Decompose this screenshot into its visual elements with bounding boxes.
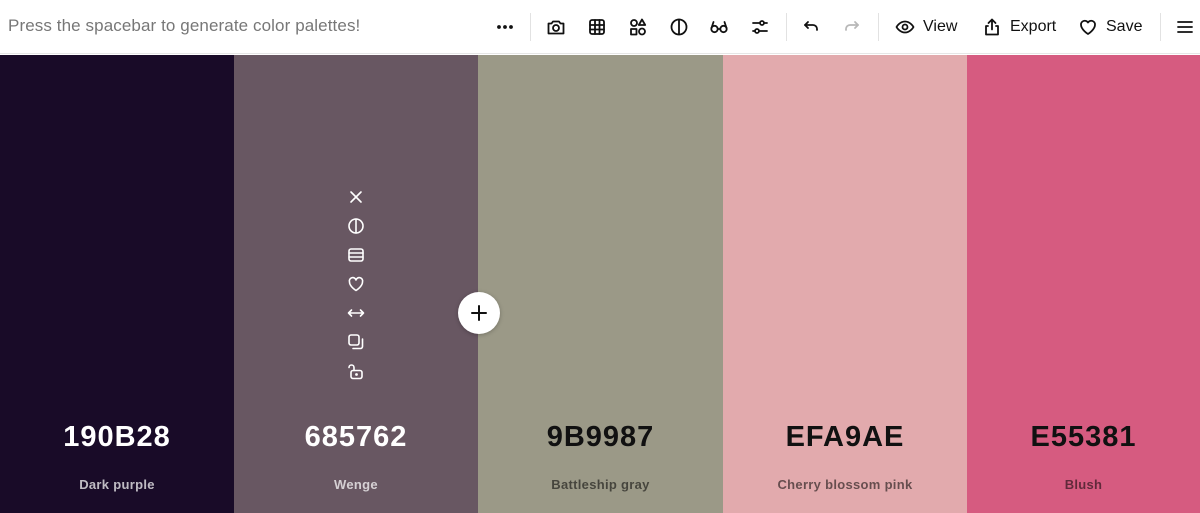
heart-icon — [1080, 19, 1096, 35]
eye-icon — [895, 20, 915, 34]
toolbar-divider — [878, 13, 879, 41]
color-hex[interactable]: 9B9987 — [478, 421, 723, 454]
more-options-button[interactable] — [494, 9, 516, 45]
lock-color-button[interactable] — [344, 356, 368, 385]
shapes-button[interactable] — [627, 9, 649, 45]
drag-icon — [347, 308, 365, 317]
grid-icon — [589, 19, 605, 35]
save-color-button[interactable] — [344, 269, 368, 298]
menu-icon — [1177, 21, 1193, 33]
undo-button[interactable] — [800, 9, 822, 45]
palette: 190B28 Dark purple 685762 Wenge 9B9987 B… — [0, 55, 1200, 513]
color-swatch[interactable]: 9B9987 Battleship gray — [478, 55, 723, 513]
export-button[interactable]: Export — [982, 9, 1056, 45]
close-icon — [350, 190, 362, 203]
color-name: Battleship gray — [551, 477, 650, 492]
view-shades-button[interactable] — [344, 240, 368, 269]
color-name: Dark purple — [79, 477, 155, 492]
swatch-toolbar — [234, 182, 478, 385]
toolbar: Press the spacebar to generate color pal… — [0, 0, 1200, 54]
grid-button[interactable] — [586, 9, 608, 45]
contrast-button[interactable] — [668, 9, 690, 45]
glasses-icon — [710, 21, 728, 34]
color-swatch[interactable]: E55381 Blush — [967, 55, 1200, 513]
drag-handle[interactable] — [344, 298, 368, 327]
redo-button[interactable] — [841, 9, 863, 45]
view-label: View — [923, 18, 958, 35]
contrast-check-button[interactable] — [344, 211, 368, 240]
color-hex[interactable]: 190B28 — [0, 421, 234, 454]
shades-icon — [348, 247, 364, 262]
more-icon — [497, 25, 513, 29]
color-name: Cherry blossom pink — [777, 477, 913, 492]
color-name: Blush — [1064, 477, 1103, 492]
save-button[interactable]: Save — [1078, 9, 1142, 45]
color-blindness-button[interactable] — [708, 9, 730, 45]
color-swatch[interactable]: 685762 Wenge — [234, 55, 478, 513]
toolbar-hint: Press the spacebar to generate color pal… — [8, 16, 361, 35]
unlock-icon — [348, 363, 363, 379]
save-label: Save — [1106, 18, 1143, 35]
camera-icon — [547, 20, 565, 35]
color-hex[interactable]: 685762 — [234, 421, 478, 454]
camera-button[interactable] — [545, 9, 567, 45]
heart-icon — [348, 276, 364, 291]
contrast-icon — [670, 18, 688, 36]
undo-icon — [804, 21, 818, 31]
color-name: Wenge — [334, 477, 378, 492]
toolbar-divider — [786, 13, 787, 41]
toolbar-divider — [1160, 13, 1161, 41]
copy-icon — [348, 333, 364, 349]
toolbar-divider — [530, 13, 531, 41]
sliders-icon — [752, 20, 768, 34]
color-hex[interactable]: EFA9AE — [723, 421, 967, 454]
export-icon — [985, 18, 999, 36]
adjust-button[interactable] — [749, 9, 771, 45]
remove-color-button[interactable] — [344, 182, 368, 211]
export-label: Export — [1010, 18, 1057, 35]
menu-button[interactable] — [1174, 9, 1196, 45]
color-swatch[interactable]: EFA9AE Cherry blossom pink — [723, 55, 967, 513]
color-swatch[interactable]: 190B28 Dark purple — [0, 55, 234, 513]
color-hex[interactable]: E55381 — [967, 421, 1200, 454]
shapes-icon — [630, 18, 647, 36]
plus-icon — [471, 305, 487, 321]
contrast-icon — [348, 217, 364, 234]
view-button[interactable]: View — [895, 9, 957, 45]
copy-hex-button[interactable] — [344, 327, 368, 356]
add-color-button[interactable] — [458, 292, 500, 334]
redo-icon — [845, 21, 859, 31]
